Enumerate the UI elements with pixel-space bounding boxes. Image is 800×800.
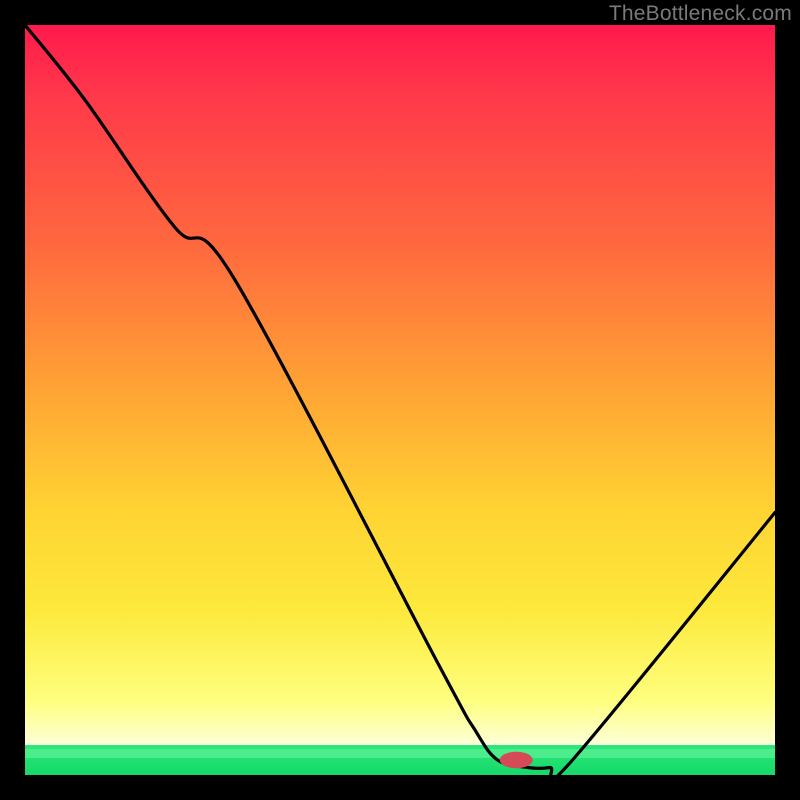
chart-frame: TheBottleneck.com [0,0,800,800]
plot-area [25,25,775,775]
optimal-point-marker [500,752,533,769]
bottleneck-curve-path [25,25,775,781]
watermark-text: TheBottleneck.com [609,2,792,26]
curve-layer [25,25,775,775]
